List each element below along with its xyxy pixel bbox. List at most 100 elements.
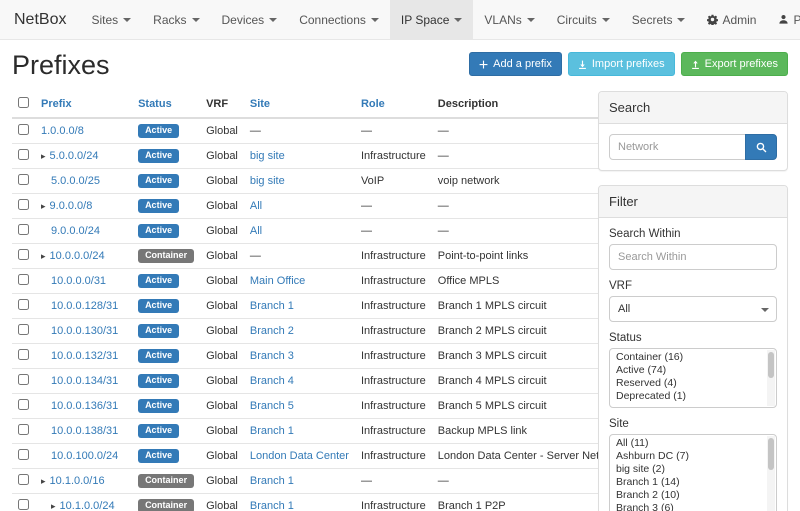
listbox-option[interactable]: Active (74) (610, 364, 776, 377)
prefix-link[interactable]: 10.0.0.0/31 (51, 275, 106, 287)
chevron-down-icon (602, 18, 610, 22)
site-link[interactable]: Main Office (250, 275, 305, 287)
site-link[interactable]: Branch 1 (250, 475, 294, 487)
column-header-status[interactable]: Status (132, 91, 200, 118)
prefix-link[interactable]: 10.0.0.132/31 (51, 350, 118, 362)
prefix-link[interactable]: 9.0.0.0/8 (50, 200, 93, 212)
search-icon (756, 142, 767, 153)
vrf-cell: Global (206, 450, 238, 462)
row-checkbox[interactable] (18, 349, 29, 360)
row-checkbox[interactable] (18, 399, 29, 410)
column-header-site[interactable]: Site (244, 91, 355, 118)
scrollbar[interactable] (767, 350, 775, 406)
chevron-down-icon (192, 18, 200, 22)
search-input[interactable] (609, 134, 746, 160)
vrf-select[interactable]: All (609, 296, 777, 322)
site-cell: — (250, 125, 261, 137)
site-link[interactable]: All (250, 200, 262, 212)
row-checkbox[interactable] (18, 199, 29, 210)
import-prefixes-button[interactable]: Import prefixes (568, 52, 675, 76)
row-checkbox[interactable] (18, 124, 29, 135)
column-header-prefix[interactable]: Prefix (35, 91, 132, 118)
select-all-checkbox[interactable] (18, 97, 29, 108)
row-checkbox[interactable] (18, 374, 29, 385)
listbox-option[interactable]: All (11) (610, 437, 776, 450)
row-checkbox[interactable] (18, 324, 29, 335)
prefix-link[interactable]: 10.1.0.0/16 (50, 475, 105, 487)
nav-item-profile[interactable]: Profile (767, 0, 800, 39)
listbox-option[interactable]: Container (16) (610, 351, 776, 364)
prefix-link[interactable]: 10.0.100.0/24 (51, 450, 118, 462)
search-within-input[interactable] (609, 244, 777, 270)
site-link[interactable]: Branch 1 (250, 500, 294, 511)
site-link[interactable]: Branch 1 (250, 425, 294, 437)
status-badge: Active (138, 324, 179, 338)
row-checkbox[interactable] (18, 224, 29, 235)
nav-item-devices[interactable]: Devices (211, 0, 289, 39)
scrollbar-thumb[interactable] (768, 352, 774, 378)
site-link[interactable]: Branch 5 (250, 400, 294, 412)
role-cell: Infrastructure (361, 450, 426, 462)
row-checkbox[interactable] (18, 274, 29, 285)
site-link[interactable]: Branch 4 (250, 375, 294, 387)
site-link[interactable]: London Data Center (250, 450, 349, 462)
site-listbox[interactable]: All (11)Ashburn DC (7)big site (2)Branch… (609, 434, 777, 511)
prefix-link[interactable]: 10.0.0.134/31 (51, 375, 118, 387)
row-checkbox[interactable] (18, 149, 29, 160)
site-link[interactable]: big site (250, 175, 285, 187)
export-icon (691, 60, 700, 69)
row-checkbox[interactable] (18, 174, 29, 185)
nav-item-circuits[interactable]: Circuits (546, 0, 621, 39)
prefix-link[interactable]: 10.0.0.0/24 (50, 250, 105, 262)
search-button[interactable] (745, 134, 777, 160)
app-logo[interactable]: NetBox (8, 0, 80, 39)
status-listbox[interactable]: Container (16)Active (74)Reserved (4)Dep… (609, 348, 777, 408)
row-checkbox[interactable] (18, 249, 29, 260)
table-row: ▸10.0.0.0/24ContainerGlobal—Infrastructu… (12, 244, 628, 269)
prefix-link[interactable]: 9.0.0.0/24 (51, 225, 100, 237)
table-row: 10.0.100.0/24ActiveGlobalLondon Data Cen… (12, 444, 628, 469)
listbox-option[interactable]: Branch 3 (6) (610, 502, 776, 511)
nav-item-racks[interactable]: Racks (142, 0, 210, 39)
nav-item-admin[interactable]: Admin (696, 0, 767, 39)
table-row: ▸10.1.0.0/16ContainerGlobalBranch 1—— (12, 469, 628, 494)
prefix-link[interactable]: 1.0.0.0/8 (41, 125, 84, 137)
vrf-cell: Global (206, 175, 238, 187)
page-content: Prefixes Add a prefix Import prefixes Ex… (0, 40, 800, 511)
nav-item-vlans[interactable]: VLANs (473, 0, 545, 39)
site-link[interactable]: Branch 1 (250, 300, 294, 312)
prefix-link[interactable]: 5.0.0.0/25 (51, 175, 100, 187)
nav-item-connections[interactable]: Connections (288, 0, 390, 39)
row-checkbox[interactable] (18, 499, 29, 510)
nav-item-secrets[interactable]: Secrets (621, 0, 697, 39)
vrf-cell: Global (206, 325, 238, 337)
listbox-option[interactable]: Reserved (4) (610, 377, 776, 390)
status-badge: Active (138, 224, 179, 238)
prefix-link[interactable]: 10.0.0.136/31 (51, 400, 118, 412)
row-checkbox[interactable] (18, 474, 29, 485)
listbox-option[interactable]: big site (2) (610, 463, 776, 476)
scrollbar-thumb[interactable] (768, 438, 774, 470)
listbox-option[interactable]: Deprecated (1) (610, 390, 776, 403)
site-link[interactable]: Branch 3 (250, 350, 294, 362)
nav-item-sites[interactable]: Sites (80, 0, 142, 39)
nav-item-ip-space[interactable]: IP Space (390, 0, 473, 39)
export-prefixes-button[interactable]: Export prefixes (681, 52, 788, 76)
column-header-role[interactable]: Role (355, 91, 432, 118)
listbox-option[interactable]: Branch 2 (10) (610, 489, 776, 502)
prefix-link[interactable]: 10.0.0.128/31 (51, 300, 118, 312)
add-prefix-button[interactable]: Add a prefix (469, 52, 562, 76)
row-checkbox[interactable] (18, 449, 29, 460)
listbox-option[interactable]: Ashburn DC (7) (610, 450, 776, 463)
site-link[interactable]: All (250, 225, 262, 237)
row-checkbox[interactable] (18, 424, 29, 435)
listbox-option[interactable]: Branch 1 (14) (610, 476, 776, 489)
scrollbar[interactable] (767, 436, 775, 511)
prefix-link[interactable]: 10.0.0.138/31 (51, 425, 118, 437)
prefix-link[interactable]: 5.0.0.0/24 (50, 150, 99, 162)
site-link[interactable]: big site (250, 150, 285, 162)
row-checkbox[interactable] (18, 299, 29, 310)
prefix-link[interactable]: 10.0.0.130/31 (51, 325, 118, 337)
prefix-link[interactable]: 10.1.0.0/24 (60, 500, 115, 511)
site-link[interactable]: Branch 2 (250, 325, 294, 337)
